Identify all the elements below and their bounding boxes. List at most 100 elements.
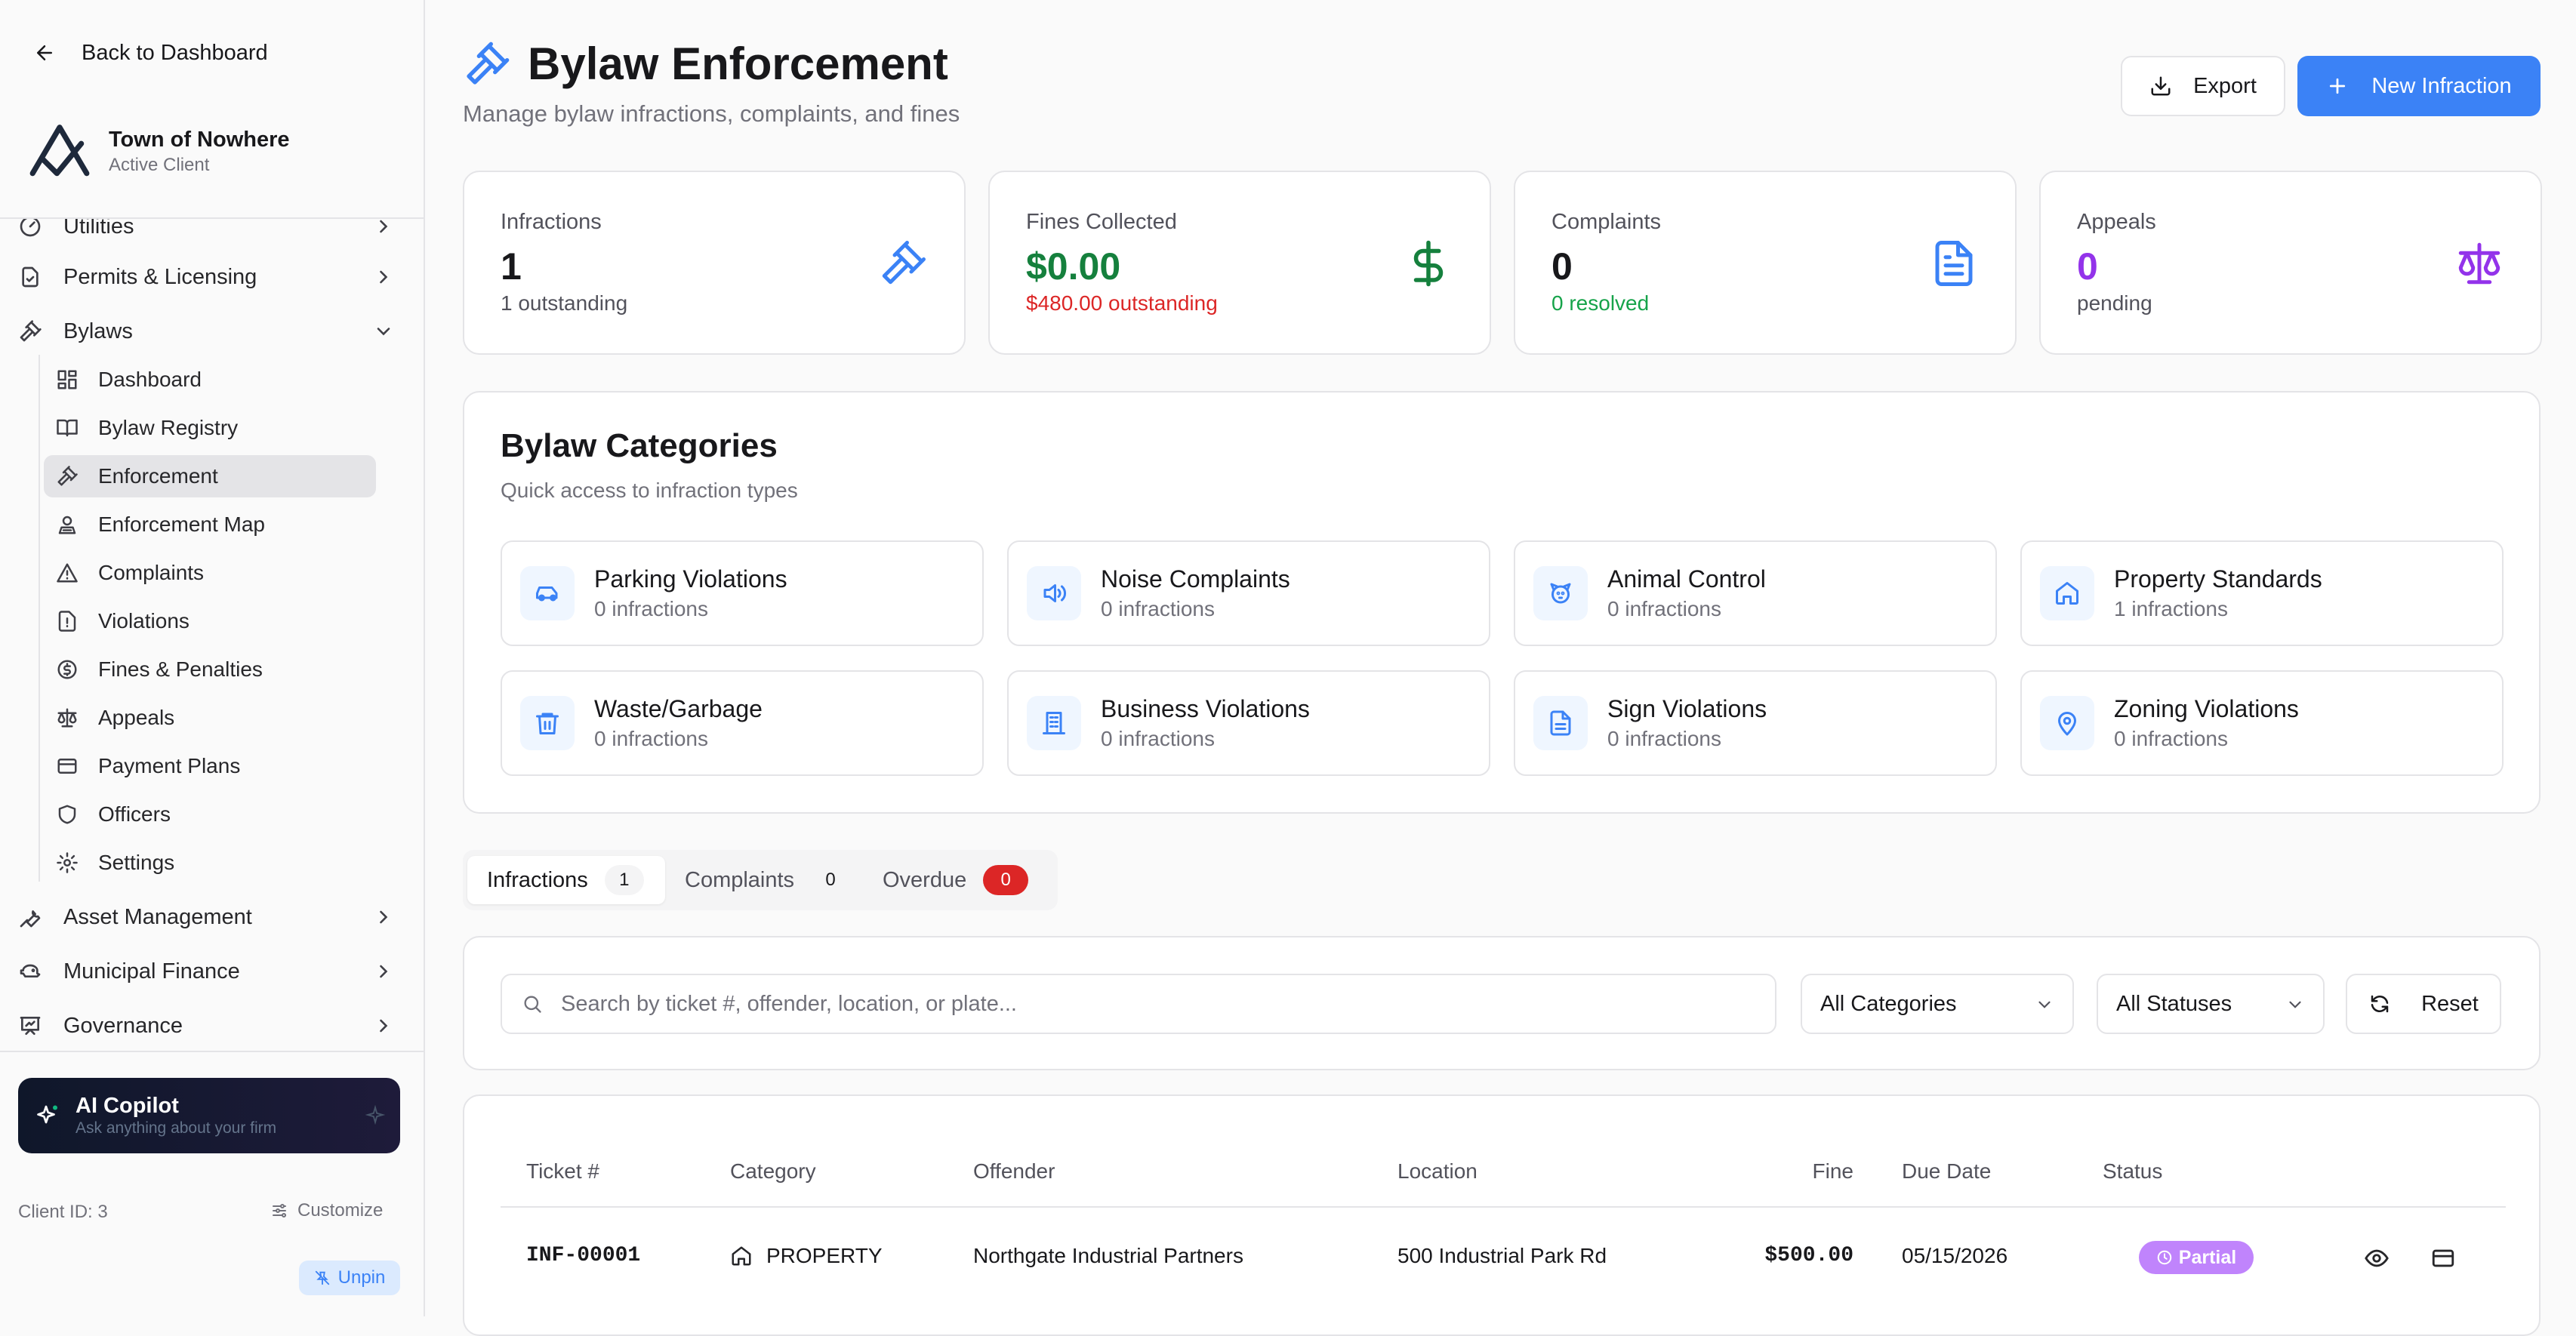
category-card-zoning-violations[interactable]: Zoning Violations 0 infractions: [2020, 670, 2504, 776]
sidebar-item-bylaws[interactable]: Bylaws: [15, 310, 408, 352]
new-infraction-button[interactable]: New Infraction: [2297, 56, 2541, 116]
export-button[interactable]: Export: [2121, 56, 2285, 116]
reset-button[interactable]: Reset: [2346, 974, 2501, 1034]
tab-infractions[interactable]: Infractions 1: [467, 856, 665, 904]
column-header[interactable]: Offender: [973, 1159, 1055, 1184]
copilot-title: AI Copilot: [75, 1094, 179, 1118]
column-header[interactable]: Category: [730, 1159, 816, 1184]
category-card-property-standards[interactable]: Property Standards 1 infractions: [2020, 540, 2504, 646]
gear-icon: [56, 851, 79, 874]
category-card-animal-control[interactable]: Animal Control 0 infractions: [1514, 540, 1997, 646]
presentation-icon: [18, 1014, 42, 1038]
search-input[interactable]: [561, 991, 1739, 1017]
column-header[interactable]: Fine: [1772, 1159, 1853, 1184]
download-icon: [2149, 75, 2172, 97]
chevron-right-icon: [373, 219, 394, 237]
scale-icon: [56, 706, 79, 729]
gavel-icon: [18, 319, 42, 343]
sidebar-subitem-bylaw-registry[interactable]: Bylaw Registry: [44, 407, 376, 449]
sidebar-item-label: Fines & Penalties: [98, 657, 263, 681]
category-count: 0 infractions: [1101, 727, 1215, 750]
sidebar-item-label: Violations: [98, 609, 190, 633]
ai-copilot-button[interactable]: AI Copilot Ask anything about your firm: [18, 1078, 400, 1153]
status-select[interactable]: All Statuses: [2097, 974, 2325, 1034]
sidebar-item-governance[interactable]: Governance: [15, 1005, 408, 1047]
category-card-business-violations[interactable]: Business Violations 0 infractions: [1007, 670, 1490, 776]
sidebar-item-label: Bylaws: [63, 319, 133, 343]
building-icon: [1027, 696, 1081, 750]
tab-count-badge: 0: [825, 870, 836, 890]
customize-button[interactable]: Customize: [270, 1200, 383, 1221]
category-name: Zoning Violations: [2114, 695, 2299, 722]
column-header[interactable]: Status: [2103, 1159, 2162, 1184]
sidebar-item-label: Enforcement Map: [98, 513, 265, 536]
sidebar-subitem-officers[interactable]: Officers: [44, 793, 376, 836]
credit-card-icon[interactable]: [2430, 1245, 2456, 1271]
category-name: Noise Complaints: [1101, 565, 1290, 593]
alert-file-icon: [56, 610, 79, 633]
stat-sub: 0 resolved: [1551, 291, 1650, 315]
back-to-dashboard-link[interactable]: Back to Dashboard: [33, 38, 268, 68]
status-badge: Partial: [2139, 1241, 2254, 1274]
tab-label: Infractions: [487, 867, 588, 892]
file-check-icon: [18, 265, 42, 289]
eye-icon[interactable]: [2364, 1245, 2390, 1271]
plus-icon: [2326, 75, 2349, 97]
sidebar-item-utilities[interactable]: Utilities: [15, 219, 408, 248]
column-header[interactable]: Ticket #: [526, 1159, 599, 1184]
stat-label: Appeals: [2077, 210, 2156, 234]
stat-sub: pending: [2077, 291, 2152, 315]
category-card-parking-violations[interactable]: Parking Violations 0 infractions: [501, 540, 984, 646]
tab-list: Infractions 1 Complaints 0 Overdue 0: [463, 850, 1058, 910]
chevron-right-icon: [373, 1015, 394, 1036]
sidebar: Back to Dashboard Town of Nowhere Active…: [0, 0, 425, 1316]
tab-complaints[interactable]: Complaints 0: [665, 856, 863, 904]
category-select[interactable]: All Categories: [1801, 974, 2074, 1034]
stat-label: Infractions: [501, 210, 602, 234]
arrow-left-icon: [33, 42, 56, 64]
sidebar-subitem-appeals[interactable]: Appeals: [44, 697, 376, 739]
select-value: All Categories: [1820, 991, 1957, 1016]
stat-value: $0.00: [1026, 245, 1121, 288]
stat-card-fines: Fines Collected $0.00 $480.00 outstandin…: [988, 171, 1491, 355]
sidebar-subitem-complaints[interactable]: Complaints: [44, 552, 376, 594]
sidebar-subitem-enforcement-map[interactable]: Enforcement Map: [44, 503, 376, 546]
chevron-down-icon: [2285, 995, 2305, 1014]
category-name: Business Violations: [1101, 695, 1310, 722]
sidebar-subitem-settings[interactable]: Settings: [44, 842, 376, 884]
sidebar-subitem-enforcement[interactable]: Enforcement: [44, 455, 376, 497]
divider: [501, 1206, 2506, 1208]
unpin-button[interactable]: Unpin: [299, 1261, 400, 1295]
column-header[interactable]: Due Date: [1902, 1159, 1991, 1184]
sidebar-subitem-violations[interactable]: Violations: [44, 600, 376, 642]
ticket-number[interactable]: INF-00001: [526, 1244, 640, 1267]
category-count: 1 infractions: [2114, 597, 2228, 620]
trash-icon: [520, 696, 575, 750]
gavel-icon: [463, 40, 511, 88]
search-field[interactable]: [501, 974, 1776, 1034]
sidebar-item-permits-licensing[interactable]: Permits & Licensing: [15, 256, 408, 298]
filter-bar: All Categories All Statuses Reset: [463, 936, 2541, 1070]
client-switcher[interactable]: Town of Nowhere Active Client: [27, 119, 290, 184]
main-content: Bylaw Enforcement Manage bylaw infractio…: [425, 0, 2576, 1336]
category-card-noise-complaints[interactable]: Noise Complaints 0 infractions: [1007, 540, 1490, 646]
stat-label: Fines Collected: [1026, 210, 1177, 234]
column-header[interactable]: Location: [1397, 1159, 1478, 1184]
sidebar-subitem-dashboard[interactable]: Dashboard: [44, 359, 376, 401]
sidebar-subitem-payment-plans[interactable]: Payment Plans: [44, 745, 376, 787]
stat-value: 0: [2077, 245, 2098, 288]
stat-card-infractions: Infractions 1 1 outstanding: [463, 171, 966, 355]
stat-label: Complaints: [1551, 210, 1662, 234]
sidebar-item-municipal-finance[interactable]: Municipal Finance: [15, 950, 408, 993]
piggy-bank-icon: [18, 959, 42, 984]
tab-overdue[interactable]: Overdue 0: [863, 856, 1052, 904]
category-name: Parking Violations: [594, 565, 787, 593]
category-label: PROPERTY: [766, 1244, 883, 1267]
sidebar-subitem-fines-penalties[interactable]: Fines & Penalties: [44, 648, 376, 691]
category-card-waste-garbage[interactable]: Waste/Garbage 0 infractions: [501, 670, 984, 776]
category-card-sign-violations[interactable]: Sign Violations 0 infractions: [1514, 670, 1997, 776]
category-count: 0 infractions: [1101, 597, 1215, 620]
page-title: Bylaw Enforcement: [528, 38, 948, 89]
new-infraction-label: New Infraction: [2371, 73, 2512, 98]
sidebar-item-asset-management[interactable]: Asset Management: [15, 896, 408, 938]
